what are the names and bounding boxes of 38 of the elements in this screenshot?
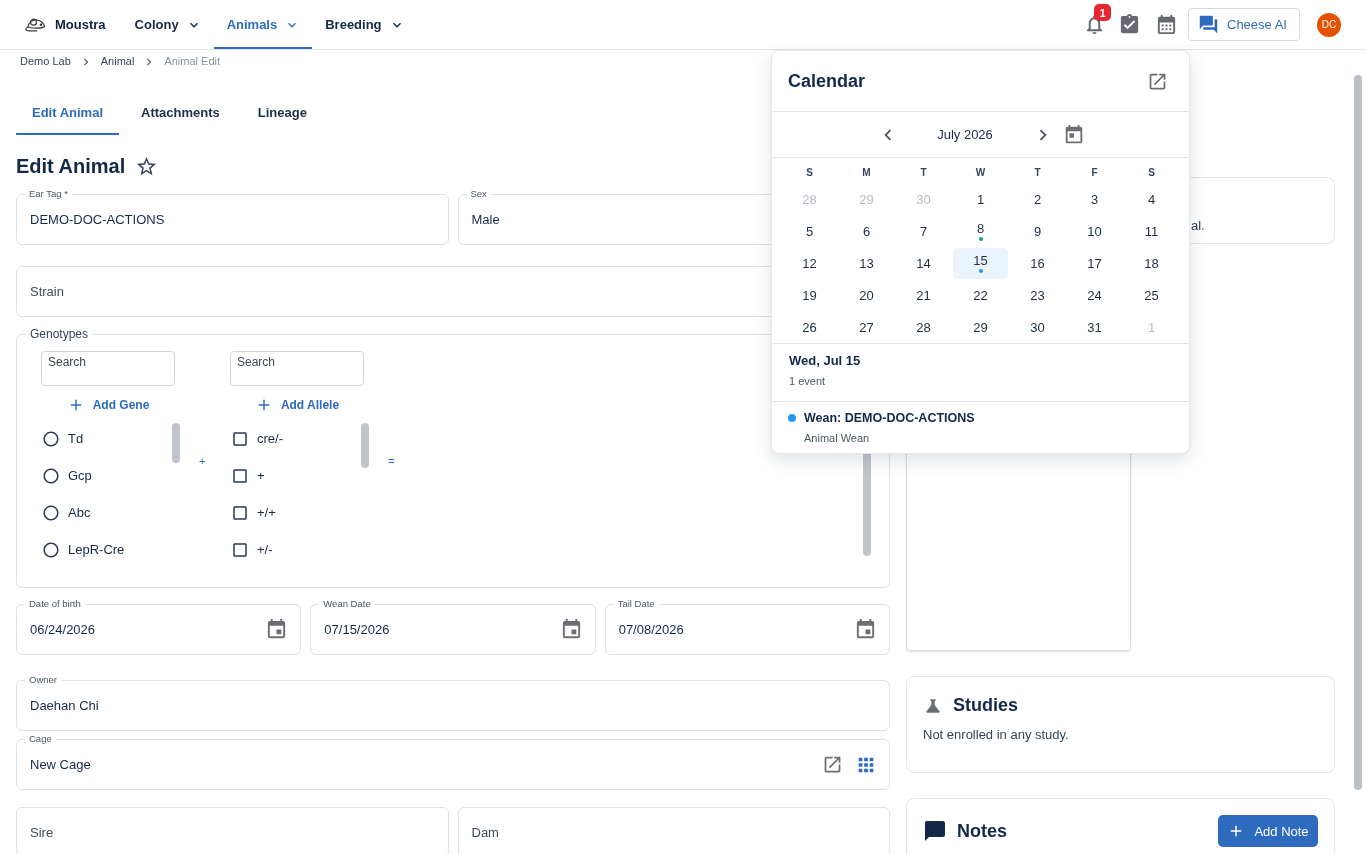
option-label: Abc [68, 505, 91, 520]
event-type: Animal Wean [804, 432, 871, 445]
field-label: Sex [466, 188, 491, 199]
weekday-label: W [975, 166, 986, 178]
weekday-label: M [862, 166, 871, 178]
popover-title: Calendar [788, 70, 866, 92]
option-label: LepR-Cre [68, 542, 125, 557]
field-label: Tail Date [613, 598, 659, 609]
card-text: al. [1191, 218, 1205, 233]
option-label: cre/- [257, 431, 283, 446]
weekday-label: S [806, 166, 813, 178]
event-count: 1 event [789, 375, 827, 388]
card-title: Studies [953, 695, 1018, 716]
breadcrumb-current: Animal Edit [164, 55, 221, 68]
option-label: +/+ [257, 505, 276, 520]
option-label: Gcp [68, 468, 92, 483]
brand-name: Moustra [55, 17, 106, 32]
card-title: Notes [957, 820, 1007, 842]
month-label: July 2026 [936, 127, 994, 142]
option-label: + [257, 468, 265, 483]
selected-date: Wed, Jul 15 [789, 353, 862, 369]
field-label: Owner [25, 674, 61, 685]
notification-count: 1 [1094, 4, 1111, 21]
weekday-label: T [1034, 166, 1041, 178]
page-title: Edit Animal [16, 154, 126, 178]
weekday-label: S [1148, 166, 1155, 178]
weekday-label: F [1091, 166, 1098, 178]
weekday-label: T [920, 166, 927, 178]
field-label: Wean Date [319, 598, 375, 609]
field-label: Cage [25, 733, 56, 744]
operator-symbol: = [388, 454, 395, 468]
option-label: Td [68, 431, 84, 446]
section-label: Genotypes [29, 327, 90, 341]
field-label: Ear Tag * [25, 188, 72, 199]
operator-symbol: + [199, 454, 206, 468]
option-label: +/- [257, 542, 273, 557]
field-label: Date of birth [25, 598, 85, 609]
empty-state-text: Not enrolled in any study. [923, 727, 1070, 742]
